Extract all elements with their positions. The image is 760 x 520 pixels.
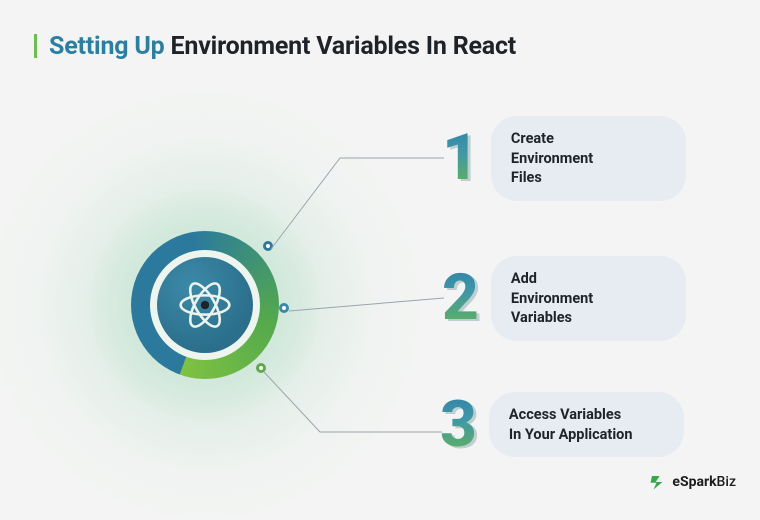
step-2-pill: Add Environment Variables: [491, 256, 686, 341]
react-logo-icon: [173, 273, 237, 337]
page-title: Setting Up Environment Variables In Reac…: [34, 32, 516, 61]
step-3-label: Access Variables In Your Application: [509, 405, 633, 444]
connector-dot-1: [263, 241, 273, 251]
step-1-number: 1 1: [442, 126, 477, 190]
center-ring-gap: [150, 250, 260, 360]
step-1-pill: Create Environment Files: [491, 116, 686, 201]
step-3-number: 3 3: [440, 393, 475, 457]
step-2: 2 2 Add Environment Variables: [442, 256, 686, 341]
step-3: 3 3 Access Variables In Your Application: [440, 392, 684, 457]
brand-logo: eSparkBiz: [649, 473, 736, 491]
center-gradient-ring: [131, 231, 279, 379]
brand-suffix: Biz: [717, 474, 736, 490]
connector-dot-3: [256, 363, 266, 373]
brand-name: eSpark: [672, 474, 716, 490]
connector-dot-2: [279, 303, 289, 313]
title-rest-text: Environment Variables In React: [171, 32, 517, 61]
title-accent-bar: [34, 34, 37, 58]
center-badge: [157, 257, 253, 353]
step-3-pill: Access Variables In Your Application: [489, 392, 684, 457]
esparkbiz-icon: [649, 473, 667, 491]
step-2-number: 2 2: [442, 266, 477, 330]
title-accent-text: Setting Up: [49, 32, 164, 61]
step-1-label: Create Environment Files: [511, 129, 593, 188]
step-2-label: Add Environment Variables: [511, 269, 593, 328]
step-1: 1 1 Create Environment Files: [442, 116, 686, 201]
